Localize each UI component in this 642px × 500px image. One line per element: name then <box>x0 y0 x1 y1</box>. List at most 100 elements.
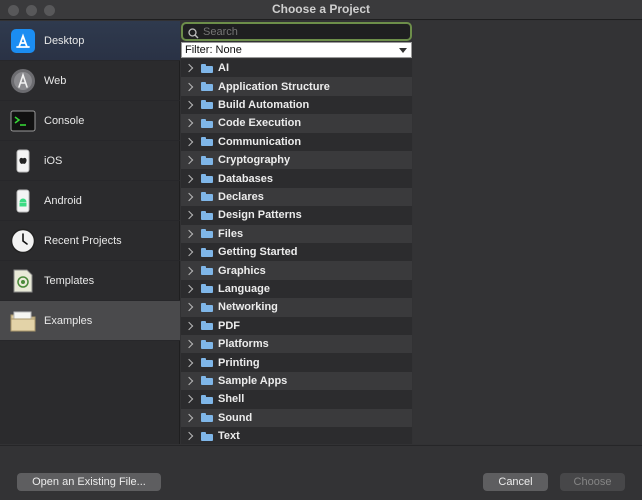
tree-row[interactable]: Networking <box>181 298 412 317</box>
tree-row-label: Files <box>218 227 244 240</box>
tree-row[interactable]: Declares <box>181 187 412 207</box>
tree-row-label: PDF <box>218 319 240 332</box>
clock-icon <box>10 228 36 254</box>
tree-row[interactable]: Build Automation <box>181 96 412 114</box>
sidebar-item-console[interactable]: Console <box>0 101 180 141</box>
folder-icon <box>201 63 213 73</box>
folder-icon <box>201 413 213 423</box>
folder-icon <box>201 358 213 368</box>
tree-row-label: Sound <box>218 411 253 424</box>
tree-row[interactable]: Language <box>181 280 412 298</box>
choose-button[interactable]: Choose <box>560 473 625 491</box>
tree-row[interactable]: Text <box>181 427 412 445</box>
folder-icon <box>201 339 213 349</box>
tree-row-label: Platforms <box>218 338 269 351</box>
chevron-right-icon[interactable] <box>184 266 194 275</box>
title-bar: Choose a Project <box>0 0 642 20</box>
chevron-right-icon[interactable] <box>184 339 194 349</box>
sidebar-item-web[interactable]: Web <box>0 61 180 101</box>
tree-row[interactable]: Platforms <box>181 335 412 354</box>
tree-row-label: Build Automation <box>218 98 310 111</box>
chevron-right-icon[interactable] <box>184 119 194 128</box>
sidebar-item-ios[interactable]: iOS <box>0 141 180 181</box>
folder-icon <box>201 229 213 239</box>
tree-row-label: Shell <box>218 393 245 406</box>
tree-row-label: Sample Apps <box>218 374 288 387</box>
tree-row[interactable]: Code Execution <box>181 114 412 133</box>
sidebar-item-label: Web <box>44 74 67 87</box>
template-document-icon <box>10 268 36 294</box>
tree-row-label: Code Execution <box>218 117 302 130</box>
tree-row[interactable]: AI <box>181 59 412 77</box>
tree-row[interactable]: Shell <box>181 390 412 408</box>
folder-icon <box>201 155 213 165</box>
tree-row-label: Declares <box>218 190 264 203</box>
preview-pane <box>413 21 642 444</box>
chevron-right-icon[interactable] <box>184 358 194 367</box>
project-chooser-window: Choose a Project Desktop Web Console iOS… <box>0 0 642 500</box>
sidebar-item-label: Console <box>44 114 85 127</box>
tree-row[interactable]: Graphics <box>181 261 412 280</box>
open-existing-file-button[interactable]: Open an Existing File... <box>17 473 161 491</box>
tree-row[interactable]: Printing <box>181 353 412 371</box>
chevron-right-icon[interactable] <box>184 376 194 386</box>
folder-icon <box>201 192 213 202</box>
chevron-right-icon[interactable] <box>184 413 194 423</box>
sidebar-item-android[interactable]: Android <box>0 181 180 221</box>
tree-row[interactable]: Cryptography <box>181 151 412 170</box>
tree-row[interactable]: Databases <box>181 169 412 187</box>
sidebar-item-recent-projects[interactable]: Recent Projects <box>0 221 180 261</box>
tree-row[interactable]: PDF <box>181 317 412 335</box>
cancel-button[interactable]: Cancel <box>483 473 548 491</box>
folder-icon <box>201 210 213 220</box>
tree-row[interactable]: Communication <box>181 133 412 151</box>
sidebar-item-label: Desktop <box>44 34 85 47</box>
folder-icon <box>201 394 213 404</box>
chevron-right-icon[interactable] <box>184 229 194 239</box>
chevron-right-icon[interactable] <box>184 137 194 147</box>
sidebar-item-label: Templates <box>44 274 95 287</box>
chevron-right-icon[interactable] <box>184 174 194 183</box>
folder-icon <box>201 431 213 441</box>
tree-row-label: AI <box>218 62 229 75</box>
chevron-right-icon[interactable] <box>184 192 194 202</box>
chevron-right-icon[interactable] <box>184 321 194 331</box>
tree-row[interactable]: Application Structure <box>181 77 412 96</box>
chevron-right-icon[interactable] <box>184 395 194 404</box>
app-store-icon <box>10 28 36 54</box>
chevron-right-icon[interactable] <box>184 100 194 110</box>
tree-row[interactable]: Files <box>181 224 412 243</box>
tree-row[interactable]: Sample Apps <box>181 371 412 391</box>
chevron-right-icon[interactable] <box>184 247 194 257</box>
sidebar-item-examples[interactable]: Examples <box>0 301 180 341</box>
chevron-right-icon[interactable] <box>184 431 194 441</box>
chevron-right-icon[interactable] <box>184 155 194 165</box>
tree-row-label: Cryptography <box>218 154 291 167</box>
sidebar-item-label: iOS <box>44 154 63 167</box>
search-box <box>181 22 412 41</box>
chevron-right-icon[interactable] <box>184 303 194 312</box>
chevron-right-icon[interactable] <box>184 284 194 294</box>
tree-row-label: Networking <box>218 301 278 314</box>
filter-select[interactable]: Filter: None <box>181 42 412 58</box>
folder-icon <box>201 137 213 147</box>
folder-icon <box>201 284 213 294</box>
bottom-bar: Open an Existing File... Cancel Choose <box>0 445 642 500</box>
sidebar-item-desktop[interactable]: Desktop <box>0 21 180 61</box>
tree-row-label: Language <box>218 282 270 295</box>
tree-row-label: Communication <box>218 135 302 148</box>
chevron-down-icon <box>399 48 407 53</box>
tree-row-label: Design Patterns <box>218 209 302 222</box>
folder-icon <box>201 174 213 184</box>
search-input[interactable] <box>203 25 403 39</box>
folder-icon <box>201 321 213 331</box>
chevron-right-icon[interactable] <box>184 82 194 91</box>
tree-row[interactable]: Getting Started <box>181 243 412 261</box>
tree-row[interactable]: Design Patterns <box>181 206 412 224</box>
folder-icon <box>10 308 36 334</box>
sidebar-item-templates[interactable]: Templates <box>0 261 180 301</box>
tree-row[interactable]: Sound <box>181 408 412 427</box>
terminal-icon <box>10 108 36 134</box>
chevron-right-icon[interactable] <box>184 63 194 73</box>
chevron-right-icon[interactable] <box>184 211 194 220</box>
